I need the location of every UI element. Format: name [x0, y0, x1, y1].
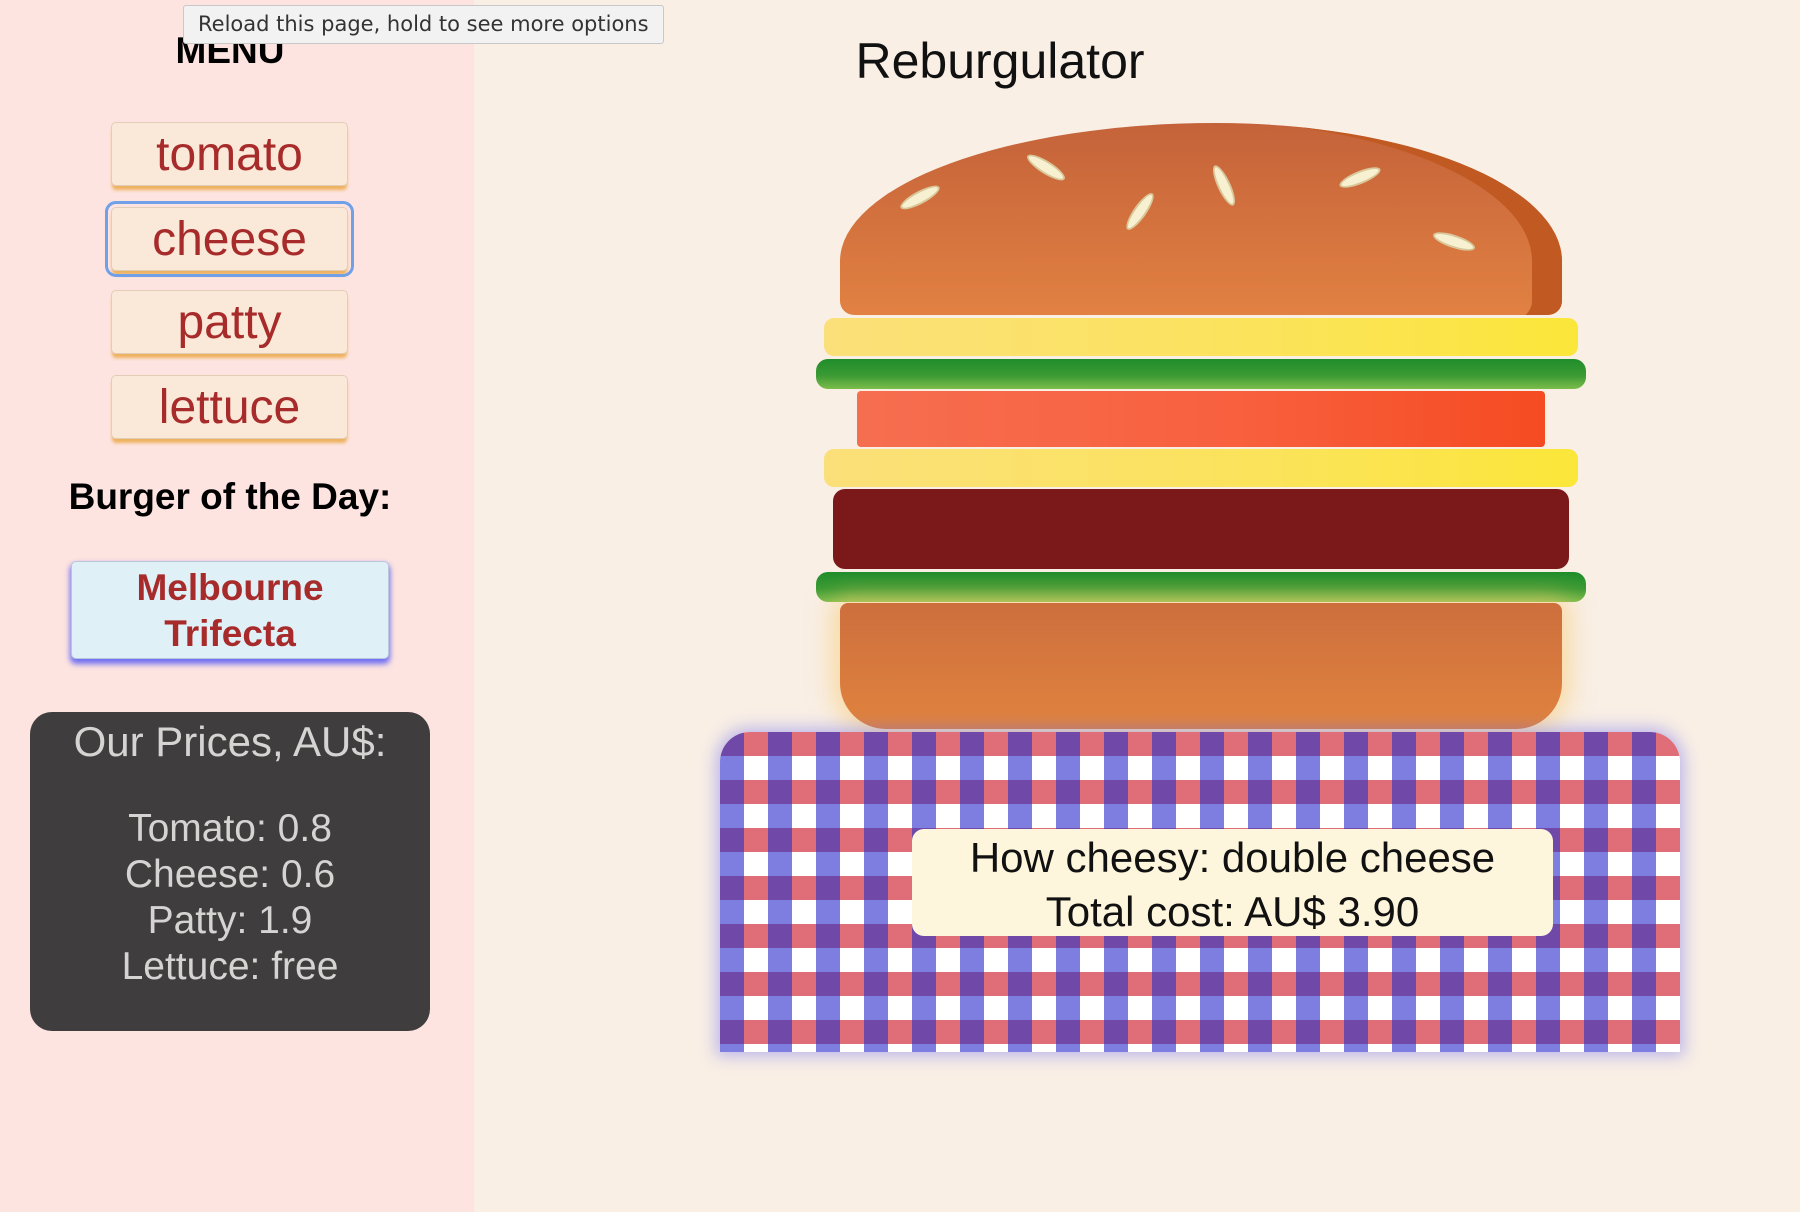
add-patty-button[interactable]: patty	[111, 290, 348, 354]
sesame-seed-icon	[897, 181, 943, 214]
price-list-panel: Our Prices, AU$: Tomato: 0.8 Cheese: 0.6…	[30, 712, 430, 1031]
sesame-seed-icon	[1023, 150, 1069, 185]
burger-layer-lettuce[interactable]	[816, 359, 1586, 389]
order-summary-box: How cheesy: double cheese Total cost: AU…	[912, 829, 1553, 936]
burger-of-the-day-name-line1: Melbourne	[136, 567, 324, 608]
sesame-seed-icon	[1431, 228, 1477, 255]
add-tomato-button[interactable]: tomato	[111, 122, 348, 186]
price-list-title: Our Prices, AU$:	[73, 718, 387, 765]
burger-layer-patty[interactable]	[833, 489, 1569, 569]
price-item-cheese: Cheese: 0.6	[124, 853, 336, 896]
burger-layer-cheese[interactable]	[824, 318, 1578, 356]
burger-bun-bottom	[840, 603, 1562, 729]
price-item-lettuce: Lettuce: free	[121, 945, 339, 988]
burger-layer-lettuce[interactable]	[816, 572, 1586, 602]
sesame-seed-icon	[1337, 163, 1383, 192]
menu-sidebar: MENU tomato cheese patty lettuce Burger …	[0, 0, 474, 1212]
burger-of-the-day-heading: Burger of the Day:	[68, 476, 392, 517]
burger-layer-cheese[interactable]	[824, 449, 1578, 487]
reload-tooltip: Reload this page, hold to see more optio…	[183, 5, 664, 44]
total-cost-text: Total cost: AU$ 3.90	[1045, 888, 1420, 935]
burger-of-the-day-name-line2: Trifecta	[164, 613, 296, 654]
burger-of-the-day-button[interactable]: Melbourne Trifecta	[71, 561, 389, 659]
burger-layer-tomato[interactable]	[857, 391, 1545, 447]
burger-bun-top	[840, 123, 1562, 315]
sesame-seed-icon	[1122, 189, 1158, 234]
cheese-level-text: How cheesy: double cheese	[969, 834, 1496, 881]
add-lettuce-button[interactable]: lettuce	[111, 375, 348, 439]
sesame-seed-icon	[1208, 162, 1240, 209]
price-item-tomato: Tomato: 0.8	[128, 807, 332, 850]
add-cheese-button[interactable]: cheese	[105, 201, 354, 277]
price-item-patty: Patty: 1.9	[147, 899, 313, 942]
